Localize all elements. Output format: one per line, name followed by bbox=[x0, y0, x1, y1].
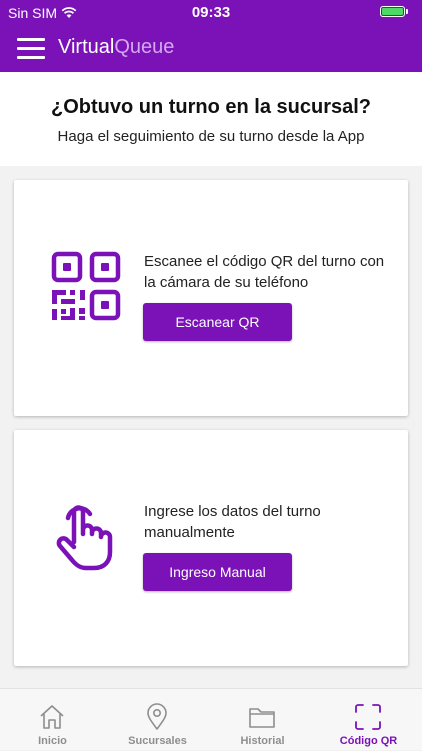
qr-code-icon bbox=[51, 251, 121, 321]
qr-card-description: Escanee el código QR del turno con la cá… bbox=[144, 253, 385, 291]
app-title-light: Queue bbox=[114, 36, 175, 58]
tab-label: Historial bbox=[240, 735, 285, 747]
page-title: ¿Obtuvo un turno en la sucursal? bbox=[50, 96, 372, 118]
app-title: VirtualQueue bbox=[58, 36, 174, 59]
app-bar: VirtualQueue bbox=[0, 26, 422, 72]
tab-label: Código QR bbox=[339, 735, 398, 747]
page-subtitle: Haga el seguimiento de su turno desde la… bbox=[57, 128, 365, 145]
tab-bar: Inicio Sucursales Historial Código QR bbox=[0, 688, 422, 750]
manual-entry-button[interactable]: Ingreso Manual bbox=[143, 553, 292, 591]
battery-tip bbox=[406, 9, 408, 14]
qr-scan-card: Escanee el código QR del turno con la cá… bbox=[14, 180, 408, 416]
tab-label: Inicio bbox=[38, 735, 67, 747]
scan-qr-button[interactable]: Escanear QR bbox=[143, 303, 292, 341]
tab-sucursales[interactable]: Sucursales bbox=[105, 689, 210, 751]
scan-frame-icon bbox=[355, 704, 381, 730]
manual-entry-card: Ingrese los datos del turno manualmente … bbox=[14, 430, 408, 666]
touch-hand-icon bbox=[56, 505, 113, 571]
home-icon bbox=[40, 705, 64, 729]
map-pin-icon bbox=[147, 703, 167, 730]
tab-label: Sucursales bbox=[128, 735, 187, 747]
tab-historial[interactable]: Historial bbox=[210, 689, 315, 751]
hamburger-menu-icon[interactable] bbox=[17, 38, 45, 60]
battery-icon bbox=[380, 6, 405, 17]
status-bar: Sin SIM 09:33 bbox=[0, 0, 422, 26]
tab-codigo-qr[interactable]: Código QR bbox=[316, 689, 421, 751]
app-title-bold: Virtual bbox=[58, 36, 115, 58]
clock: 09:33 bbox=[191, 4, 231, 21]
folder-icon bbox=[249, 708, 275, 728]
intro-section: ¿Obtuvo un turno en la sucursal? Haga el… bbox=[0, 72, 422, 166]
manual-card-description: Ingrese los datos del turno manualmente bbox=[144, 503, 321, 541]
tab-inicio[interactable]: Inicio bbox=[0, 689, 105, 751]
